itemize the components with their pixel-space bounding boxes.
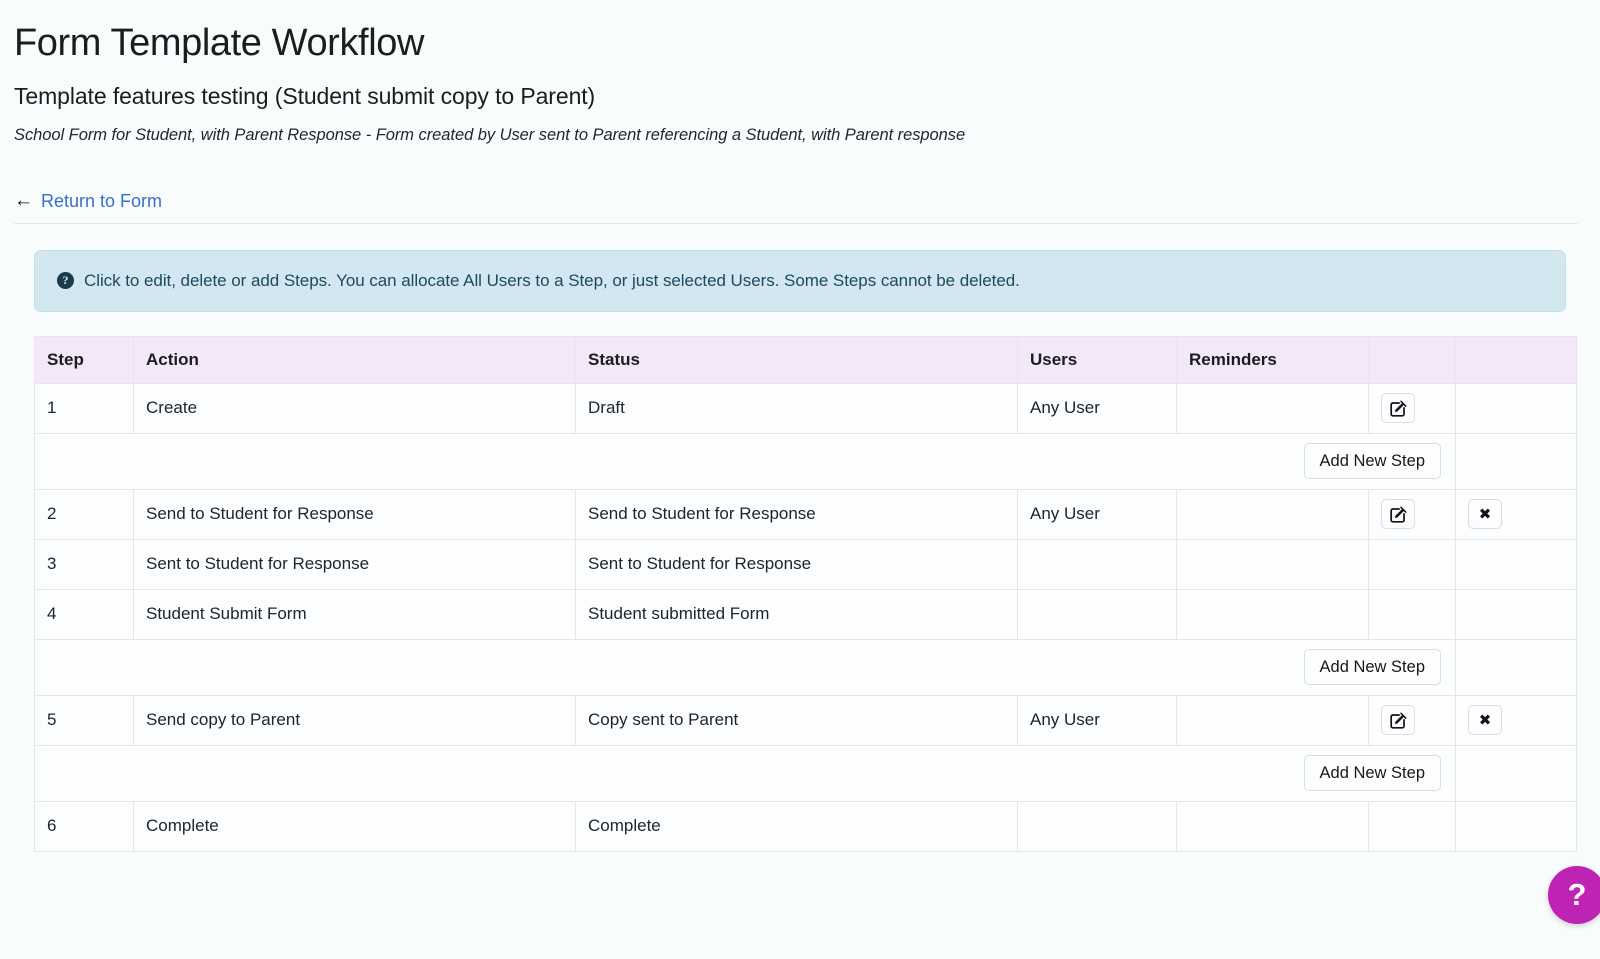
- action-cell: Student Submit Form: [133, 588, 576, 640]
- users-cell: [1017, 588, 1177, 640]
- page-root: Form Template Workflow Template features…: [0, 0, 1600, 852]
- help-circle-icon: ?: [57, 272, 74, 290]
- edit-cell: [1368, 382, 1456, 434]
- edit-cell: [1368, 800, 1456, 852]
- users-cell: Any User: [1017, 382, 1177, 434]
- column-header-users: Users: [1017, 335, 1177, 384]
- page-subtitle: Template features testing (Student submi…: [14, 82, 596, 109]
- return-to-form-link[interactable]: ← Return to Form: [14, 189, 163, 212]
- info-banner-text: Click to edit, delete or add Steps. You …: [84, 270, 1020, 290]
- arrow-left-icon: ←: [14, 189, 33, 211]
- action-cell: Complete: [133, 800, 576, 852]
- edit-cell: [1368, 588, 1456, 640]
- workflow-table-body: 1 Create Draft Any User Add New Step 2 Send to…: [34, 382, 1577, 852]
- help-fab-button[interactable]: ?: [1548, 866, 1600, 924]
- column-header-step: Step: [34, 335, 134, 384]
- users-cell: [1017, 538, 1177, 590]
- reminders-cell: [1176, 588, 1369, 640]
- edit-cell: [1368, 694, 1456, 746]
- edit-step-button[interactable]: [1381, 705, 1415, 736]
- users-cell: [1017, 800, 1177, 852]
- action-cell: Create: [133, 382, 576, 434]
- step-cell: 2: [34, 488, 134, 540]
- add-step-trailing-cell: [1455, 638, 1577, 696]
- reminders-cell: [1176, 694, 1369, 746]
- add-new-step-button[interactable]: Add New Step: [1303, 755, 1441, 792]
- reminders-cell: [1176, 382, 1369, 434]
- column-header-actions-5: [1368, 335, 1456, 384]
- table-row: 1 Create Draft Any User: [34, 382, 1577, 434]
- reminders-cell: [1176, 538, 1369, 590]
- edit-cell: [1368, 538, 1456, 590]
- edit-cell: [1368, 488, 1456, 540]
- delete-cell: ✖: [1455, 694, 1577, 746]
- add-step-row: Add New Step: [34, 744, 1577, 802]
- delete-step-button[interactable]: ✖: [1468, 705, 1502, 736]
- delete-cell: [1455, 538, 1577, 590]
- add-step-cell: Add New Step: [34, 744, 1456, 802]
- return-row: ← Return to Form: [14, 145, 1578, 224]
- table-row: 6 Complete Complete: [34, 800, 1577, 852]
- step-cell: 1: [34, 382, 134, 434]
- table-row: 5 Send copy to Parent Copy sent to Parent A…: [34, 694, 1577, 746]
- close-x-icon: ✖: [1478, 504, 1492, 523]
- reminders-cell: [1176, 800, 1369, 852]
- delete-cell: [1455, 588, 1577, 640]
- reminders-cell: [1176, 488, 1369, 540]
- workflow-table-wrap: Step Action Status Users Reminders 1 Create Dr…: [14, 312, 1586, 852]
- add-step-row: Add New Step: [34, 432, 1577, 490]
- edit-square-pencil-icon: [1389, 712, 1407, 729]
- add-step-trailing-cell: [1455, 432, 1577, 490]
- table-row: 2 Send to Student for Response Send to Stu…: [34, 488, 1577, 540]
- return-to-form-label: Return to Form: [41, 191, 163, 212]
- close-x-icon: ✖: [1478, 710, 1492, 729]
- edit-step-button[interactable]: [1381, 499, 1415, 530]
- users-cell: Any User: [1017, 694, 1177, 746]
- info-banner-wrap: ? Click to edit, delete or add Steps. Yo…: [14, 224, 1586, 312]
- status-cell: Send to Student for Response: [575, 488, 1018, 540]
- column-header-action: Action: [133, 335, 576, 384]
- edit-square-pencil-icon: [1389, 506, 1407, 523]
- edit-step-button[interactable]: [1381, 393, 1415, 424]
- edit-square-pencil-icon: [1389, 400, 1407, 417]
- info-banner: ? Click to edit, delete or add Steps. Yo…: [34, 249, 1566, 312]
- step-cell: 4: [34, 588, 134, 640]
- step-cell: 3: [34, 538, 134, 590]
- delete-cell: ✖: [1455, 488, 1577, 540]
- add-step-trailing-cell: [1455, 744, 1577, 802]
- add-new-step-button[interactable]: Add New Step: [1303, 443, 1441, 480]
- table-row: 3 Sent to Student for Response Sent to Stu…: [34, 538, 1577, 590]
- status-cell: Copy sent to Parent: [575, 694, 1018, 746]
- page-title: Form Template Workflow: [14, 22, 425, 64]
- workflow-table: Step Action Status Users Reminders 1 Create Dr…: [34, 335, 1577, 852]
- step-cell: 5: [34, 694, 134, 746]
- status-cell: Draft: [575, 382, 1018, 434]
- status-cell: Sent to Student for Response: [575, 538, 1018, 590]
- add-new-step-button[interactable]: Add New Step: [1303, 649, 1441, 686]
- column-header-reminders: Reminders: [1176, 335, 1369, 384]
- action-cell: Sent to Student for Response: [133, 538, 576, 590]
- table-row: 4 Student Submit Form Student submitted Fo…: [34, 588, 1577, 640]
- delete-step-button[interactable]: ✖: [1468, 499, 1502, 530]
- status-cell: Complete: [575, 800, 1018, 852]
- action-cell: Send to Student for Response: [133, 488, 576, 540]
- page-description: School Form for Student, with Parent Res…: [14, 125, 966, 144]
- delete-cell: [1455, 800, 1577, 852]
- users-cell: Any User: [1017, 488, 1177, 540]
- add-step-row: Add New Step: [34, 638, 1577, 696]
- delete-cell: [1455, 382, 1577, 434]
- add-step-cell: Add New Step: [34, 432, 1456, 490]
- status-cell: Student submitted Form: [575, 588, 1018, 640]
- action-cell: Send copy to Parent: [133, 694, 576, 746]
- table-header-row: Step Action Status Users Reminders: [34, 335, 1577, 384]
- column-header-status: Status: [575, 335, 1018, 384]
- column-header-actions-6: [1455, 335, 1577, 384]
- add-step-cell: Add New Step: [34, 638, 1456, 696]
- step-cell: 6: [34, 800, 134, 852]
- workflow-table-head: Step Action Status Users Reminders: [34, 335, 1577, 384]
